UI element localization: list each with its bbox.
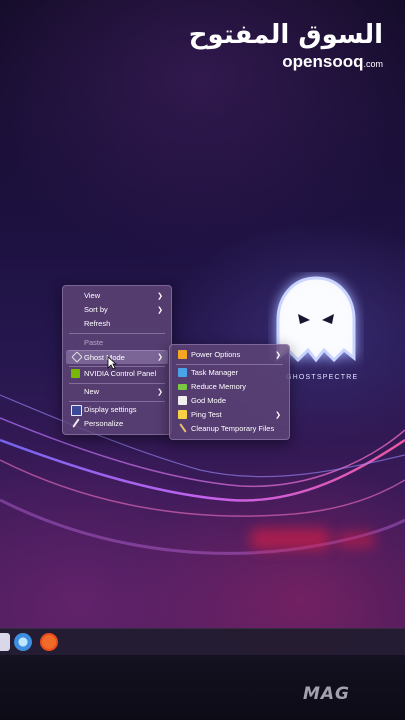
opensooq-watermark: السوق المفتوح opensooq.com	[189, 20, 383, 72]
ping-icon	[178, 410, 187, 419]
menu-item-label: Personalize	[84, 419, 124, 428]
menu-item-label: Display settings	[84, 405, 137, 414]
desktop-screen[interactable]: السوق المفتوح opensooq.com GHOSTSPECTRE …	[0, 0, 405, 655]
blurred-red-light	[250, 528, 330, 550]
menu-item-label: NVIDIA Control Panel	[84, 369, 157, 378]
menu-item-sort-by[interactable]: Sort by ❯	[66, 303, 168, 316]
menu-item-god-mode[interactable]: God Mode	[173, 394, 286, 407]
chevron-right-icon: ❯	[275, 351, 281, 359]
menu-item-label: Task Manager	[191, 368, 239, 377]
menu-separator	[69, 333, 165, 334]
menu-item-label: Ghost Mode	[84, 352, 125, 362]
display-icon	[71, 405, 82, 416]
ea-app-icon[interactable]	[40, 633, 58, 651]
menu-item-ping-test[interactable]: Ping Test ❯	[173, 408, 286, 421]
menu-item-view[interactable]: View ❯	[66, 289, 168, 302]
menu-item-refresh[interactable]: Refresh	[66, 317, 168, 330]
menu-item-label: Refresh	[84, 319, 111, 328]
menu-item-new[interactable]: New ❯	[66, 385, 168, 398]
menu-item-task-manager[interactable]: Task Manager	[173, 366, 286, 379]
menu-item-label: New	[84, 387, 100, 396]
menu-item-label: Reduce Memory	[191, 382, 247, 391]
menu-separator	[69, 383, 165, 384]
menu-item-label: View	[84, 291, 101, 300]
god-mode-icon	[178, 396, 187, 405]
menu-item-nvidia-control-panel[interactable]: NVIDIA Control Panel	[66, 367, 168, 380]
menu-item-label: Cleanup Temporary Files	[191, 424, 275, 433]
menu-item-label: God Mode	[191, 396, 227, 405]
menu-item-label: Sort by	[84, 305, 108, 314]
edge-browser-icon[interactable]	[14, 633, 32, 651]
ghost-mode-submenu: Power Options ❯ Task Manager Reduce Memo…	[169, 344, 290, 440]
memory-icon	[178, 384, 187, 390]
chevron-right-icon: ❯	[157, 292, 163, 300]
menu-item-display-settings[interactable]: Display settings	[66, 403, 168, 416]
menu-item-label: Paste	[84, 338, 104, 347]
menu-item-cleanup-temporary-files[interactable]: Cleanup Temporary Files	[173, 422, 286, 435]
menu-item-ghost-mode[interactable]: Ghost Mode ❯	[66, 350, 168, 364]
broom-icon	[179, 423, 187, 433]
blurred-red-light-2	[336, 532, 376, 548]
nvidia-icon	[71, 369, 80, 378]
menu-separator	[176, 364, 283, 365]
taskbar	[0, 628, 405, 655]
watermark-arabic: السوق المفتوح	[188, 20, 383, 50]
menu-separator	[69, 401, 165, 402]
desktop-context-menu: View ❯ Sort by ❯ Refresh Paste Ghost Mod…	[62, 285, 172, 435]
mouse-cursor-icon	[107, 356, 117, 370]
watermark-site-name: opensooq	[282, 52, 364, 71]
watermark-tld: .com	[363, 59, 383, 69]
power-icon	[178, 350, 187, 359]
ghost-mode-icon	[71, 351, 83, 363]
chevron-right-icon: ❯	[157, 388, 163, 396]
menu-item-paste: Paste	[66, 336, 168, 349]
chevron-right-icon: ❯	[157, 306, 163, 314]
menu-item-power-options[interactable]: Power Options ❯	[173, 348, 286, 361]
ghostspectre-logo-text: GHOSTSPECTRE	[286, 374, 359, 381]
task-manager-icon	[178, 368, 187, 377]
menu-item-label: Ping Test	[191, 410, 222, 419]
watermark-site: opensooq.com	[189, 52, 383, 72]
monitor-brand-logo: MAG	[302, 684, 350, 704]
menu-item-label: Power Options	[191, 350, 241, 359]
chevron-right-icon: ❯	[275, 411, 281, 419]
menu-item-personalize[interactable]: Personalize	[66, 417, 168, 430]
menu-item-reduce-memory[interactable]: Reduce Memory	[173, 380, 286, 393]
taskbar-app-icon[interactable]	[0, 633, 10, 651]
chevron-right-icon: ❯	[157, 354, 163, 361]
brush-icon	[72, 418, 80, 428]
